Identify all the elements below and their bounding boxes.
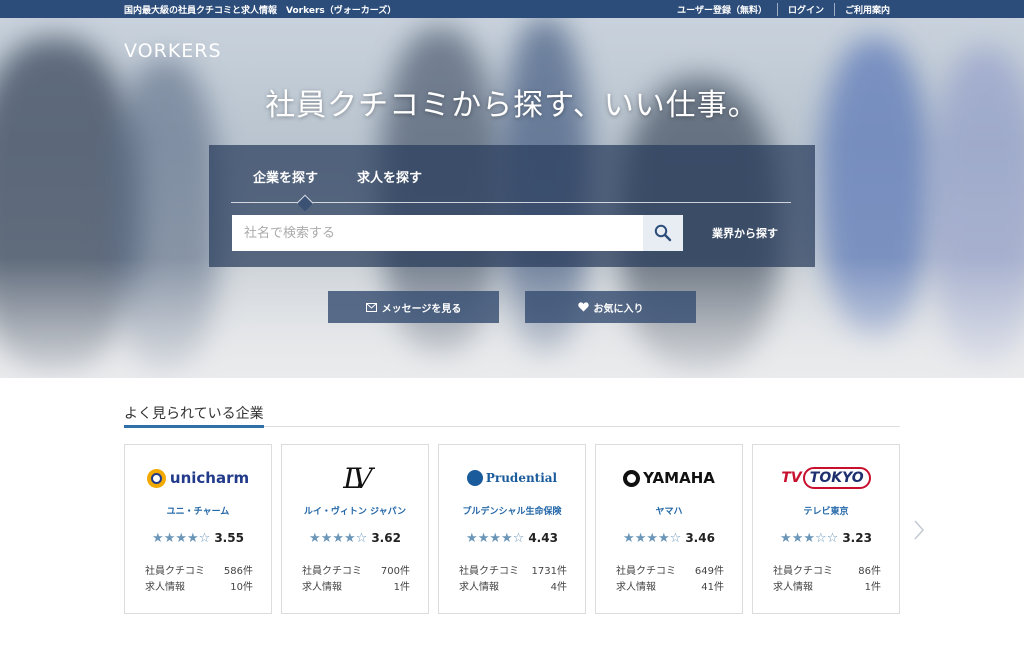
job-count: 10件 <box>230 582 253 593</box>
yamaha-tuning-fork-icon <box>623 469 641 487</box>
rating-stars: ★★★★☆ <box>152 531 211 546</box>
rating-score: 3.62 <box>371 531 401 545</box>
tab-job-search[interactable]: 求人を探す <box>357 167 422 186</box>
prudential-logo: Prudential <box>466 470 557 486</box>
site-logo[interactable]: VORKERS <box>124 40 222 62</box>
company-logo: unicharm <box>125 461 271 495</box>
rating-stars: ★★★★☆ <box>309 531 368 546</box>
active-tab-caret <box>296 194 314 212</box>
job-count-row: 求人情報 4件 <box>459 578 567 593</box>
company-logo: Prudential <box>439 461 585 495</box>
company-name[interactable]: ユニ・チャーム <box>125 504 271 517</box>
rating-stars: ★★★★☆ <box>466 531 525 546</box>
search-button[interactable] <box>643 215 683 251</box>
review-count: 586件 <box>223 566 253 577</box>
hero-floor <box>0 258 1024 378</box>
company-rating: ★★★☆☆ 3.23 <box>753 531 899 546</box>
company-card-tv-tokyo[interactable]: TV TOKYO テレビ東京 ★★★☆☆ 3.23 社員クチコミ 86件 求人情報 1… <box>752 444 900 614</box>
job-count: 1件 <box>864 582 881 593</box>
review-count-row: 社員クチコミ 86件 <box>773 562 881 577</box>
guide-link[interactable]: ご利用案内 <box>833 3 900 16</box>
company-search-input[interactable] <box>232 215 643 251</box>
top-links: ユーザー登録（無料） ログイン ご利用案内 <box>667 3 900 16</box>
prudential-rock-icon <box>466 470 483 486</box>
review-count: 700件 <box>380 566 410 577</box>
company-card-prudential[interactable]: Prudential プルデンシャル生命保険 ★★★★☆ 4.43 社員クチコミ 1… <box>438 444 586 614</box>
job-count: 4件 <box>550 582 567 593</box>
login-link[interactable]: ログイン <box>776 3 834 16</box>
unicharm-mark-icon <box>146 468 166 488</box>
company-card-unicharm[interactable]: unicharm ユニ・チャーム ★★★★☆ 3.55 社員クチコミ 586件 求人… <box>124 444 272 614</box>
job-count: 1件 <box>393 582 410 593</box>
company-rating: ★★★★☆ 3.55 <box>125 531 271 546</box>
review-count-row: 社員クチコミ 586件 <box>145 562 253 577</box>
yamaha-logo: YAMAHA <box>623 469 715 487</box>
register-link[interactable]: ユーザー登録（無料） <box>667 3 777 16</box>
unicharm-logo: unicharm <box>146 468 249 488</box>
job-count: 41件 <box>701 582 724 593</box>
company-card-yamaha[interactable]: YAMAHA ヤマハ ★★★★☆ 3.46 社員クチコミ 649件 求人情報 41件 <box>595 444 743 614</box>
tv-tokyo-logo: TV TOKYO <box>781 467 871 489</box>
rating-stars: ★★★☆☆ <box>780 531 839 546</box>
company-logo: TV TOKYO <box>753 461 899 495</box>
carousel-next-chevron-icon[interactable] <box>912 518 926 542</box>
company-card-louis-vuitton[interactable]: LV ルイ・ヴィトン ジャパン ★★★★☆ 3.62 社員クチコミ 700件 求人情… <box>281 444 429 614</box>
review-count-row: 社員クチコミ 649件 <box>616 562 724 577</box>
envelope-icon <box>365 302 377 312</box>
view-messages-button[interactable]: メッセージを見る <box>328 291 499 323</box>
review-count-row: 社員クチコミ 700件 <box>302 562 410 577</box>
review-count: 1731件 <box>531 566 567 577</box>
company-rating: ★★★★☆ 3.46 <box>596 531 742 546</box>
search-tabs: 企業を探す 求人を探す <box>231 145 791 212</box>
louis-vuitton-logo: LV <box>343 461 372 495</box>
favorites-label: お気に入り <box>593 303 644 315</box>
company-name[interactable]: プルデンシャル生命保険 <box>439 504 585 517</box>
rating-score: 3.55 <box>214 531 244 545</box>
job-count-row: 求人情報 10件 <box>145 578 253 593</box>
job-count-row: 求人情報 41件 <box>616 578 724 593</box>
review-count-row: 社員クチコミ 1731件 <box>459 562 567 577</box>
popular-companies-title: よく見られている企業 <box>124 406 264 422</box>
company-name[interactable]: ヤマハ <box>596 504 742 517</box>
rating-score: 3.46 <box>685 531 715 545</box>
rating-score: 3.23 <box>842 531 872 545</box>
company-logo: YAMAHA <box>596 461 742 495</box>
view-messages-label: メッセージを見る <box>381 303 462 315</box>
heart-icon <box>577 302 589 312</box>
company-name[interactable]: ルイ・ヴィトン ジャパン <box>282 504 428 517</box>
company-rating: ★★★★☆ 4.43 <box>439 531 585 546</box>
site-tagline: 国内最大級の社員クチコミと求人情報 Vorkers（ヴォーカーズ） <box>124 6 397 16</box>
tab-company-search[interactable]: 企業を探す <box>253 167 318 186</box>
company-rating: ★★★★☆ 3.62 <box>282 531 428 546</box>
rating-score: 4.43 <box>528 531 558 545</box>
review-count: 86件 <box>858 566 881 577</box>
job-count-row: 求人情報 1件 <box>773 578 881 593</box>
job-count-row: 求人情報 1件 <box>302 578 410 593</box>
industry-search-link[interactable]: 業界から探す <box>712 225 778 241</box>
top-bar: 国内最大級の社員クチコミと求人情報 Vorkers（ヴォーカーズ） ユーザー登録… <box>0 0 1024 18</box>
hero-banner: VORKERS 社員クチコミから探す、いい仕事。 企業を探す 求人を探す 業界か… <box>0 18 1024 378</box>
review-count: 649件 <box>694 566 724 577</box>
search-icon <box>654 224 672 242</box>
company-logo: LV <box>282 461 428 495</box>
search-panel: 企業を探す 求人を探す 業界から探す <box>209 145 815 267</box>
rating-stars: ★★★★☆ <box>623 531 682 546</box>
hero-headline: 社員クチコミから探す、いい仕事。 <box>265 88 759 123</box>
favorites-button[interactable]: お気に入り <box>525 291 696 323</box>
popular-company-list: unicharm ユニ・チャーム ★★★★☆ 3.55 社員クチコミ 586件 求人… <box>124 444 900 614</box>
company-name[interactable]: テレビ東京 <box>753 504 899 517</box>
section-accent-bar <box>124 425 264 428</box>
